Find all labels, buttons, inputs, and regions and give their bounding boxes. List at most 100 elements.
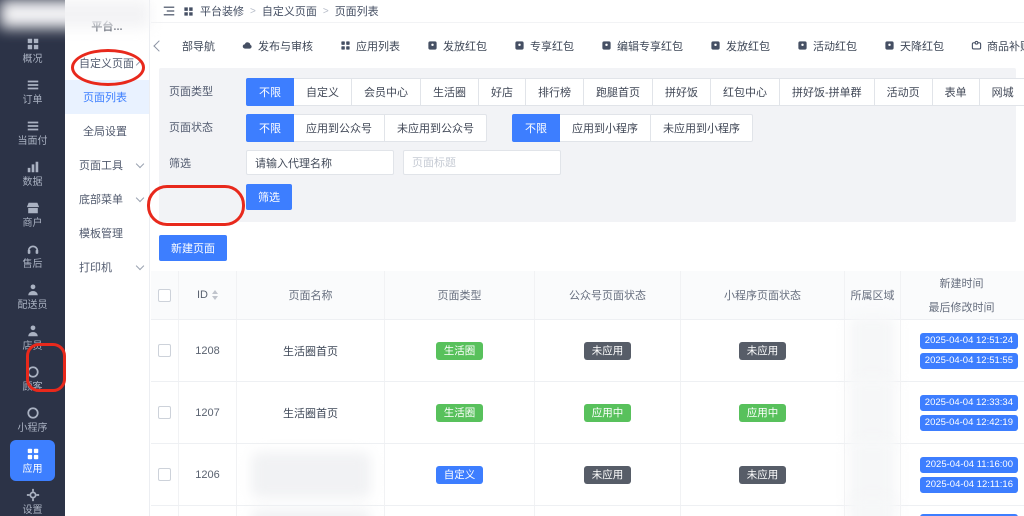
customer-icon <box>26 365 40 379</box>
filter-label-page-status: 页面状态 <box>169 122 213 134</box>
chip-form[interactable]: 表单 <box>931 78 980 106</box>
breadcrumb-separator: > <box>250 5 256 17</box>
mini-status-options: 不限 应用到小程序 未应用到小程序 <box>512 114 753 142</box>
collapse-menu-icon[interactable] <box>163 5 175 17</box>
submenu-item-bottom-menu[interactable]: 底部菜单 <box>65 182 149 216</box>
row-id: 1205 <box>179 506 237 516</box>
tabs-scroll-left-icon[interactable] <box>153 39 165 52</box>
sidebar-item-settings[interactable]: 设置 <box>0 481 65 516</box>
tab-edit-exclusive-red-packet[interactable]: 编辑专享红包 <box>601 38 683 54</box>
official-status-badge: 未应用 <box>583 465 632 484</box>
filter-label-page-type: 页面类型 <box>169 86 213 98</box>
agent-name-input[interactable] <box>246 150 394 175</box>
submenu-item-global-settings[interactable]: 全局设置 <box>65 114 149 148</box>
mini-program-icon <box>26 406 40 420</box>
breadcrumb-item[interactable]: 平台装修 <box>200 3 244 19</box>
sidebar-item-data[interactable]: 数据 <box>0 153 65 194</box>
tab-send-red-packet[interactable]: 发放红包 <box>427 38 487 54</box>
region-blurred <box>849 496 896 516</box>
cloud-icon <box>242 40 253 51</box>
sidebar-item-customer[interactable]: 顾客 <box>0 358 65 399</box>
new-page-button[interactable]: 新建页面 <box>159 235 227 261</box>
tab-send-red-packet-2[interactable]: 发放红包 <box>710 38 770 54</box>
sidebar-item-orders[interactable]: 订单 <box>0 71 65 112</box>
submenu-item-template-manage[interactable]: 模板管理 <box>65 216 149 250</box>
chip-activity-page[interactable]: 活动页 <box>873 78 933 106</box>
chip-member-center[interactable]: 会员中心 <box>351 78 421 106</box>
created-time-badge: 2025-04-04 11:16:00 <box>920 456 1018 473</box>
region-blurred <box>849 315 896 386</box>
breadcrumb-item[interactable]: 自定义页面 <box>262 3 317 19</box>
row-id: 1207 <box>179 382 237 443</box>
row-checkbox[interactable] <box>158 406 171 419</box>
official-status-badge: 应用中 <box>583 403 632 422</box>
breadcrumb-separator: > <box>322 5 329 17</box>
filter-label-search: 筛选 <box>169 158 191 170</box>
chip-applied-official[interactable]: 应用到公众号 <box>293 114 385 142</box>
filter-submit-button[interactable]: 筛选 <box>246 184 292 210</box>
chevron-down-icon <box>135 261 145 271</box>
sidebar-item-clerk[interactable]: 店员 <box>0 317 65 358</box>
chip-mini-unlimited[interactable]: 不限 <box>512 114 560 142</box>
row-id: 1208 <box>179 320 237 381</box>
tab-goods-subsidy[interactable]: 商品补贴策略 <box>971 38 1024 54</box>
tab-exclusive-red-packet[interactable]: 专享红包 <box>514 38 574 54</box>
submenu-item-custom-pages[interactable]: 自定义页面 <box>65 46 149 80</box>
updated-time-badge: 2025-04-04 12:11:16 <box>920 476 1018 493</box>
sidebar-item-mini-program[interactable]: 小程序 <box>0 399 65 440</box>
table-row: 1206 自定义 未应用 未应用 2025-04-04 11:16:00 2025… <box>151 435 1024 514</box>
col-page-name: 页面名称 <box>237 271 385 319</box>
breadcrumb-item[interactable]: 页面列表 <box>335 3 379 19</box>
chevron-up-icon <box>135 60 145 69</box>
select-all-checkbox[interactable] <box>158 288 171 302</box>
chip-not-applied-official[interactable]: 未应用到公众号 <box>384 114 487 142</box>
page-title-input[interactable] <box>403 150 561 175</box>
chip-good-shop[interactable]: 好店 <box>478 78 526 106</box>
face-pay-icon <box>26 119 40 133</box>
chip-not-applied-mini[interactable]: 未应用到小程序 <box>650 114 753 142</box>
sidebar-item-face-pay[interactable]: 当面付 <box>0 112 65 153</box>
decorate-grid-icon <box>183 6 194 17</box>
tab-app-list[interactable]: 应用列表 <box>340 38 400 54</box>
sidebar-item-merchant[interactable]: 商户 <box>0 194 65 235</box>
red-packet-icon <box>514 40 525 51</box>
tab-sky-red-packet[interactable]: 天降红包 <box>884 38 944 54</box>
main-content: 平台装修 > 自定义页面 > 页面列表 部导航 发布与审核 应用列表 发放红包 … <box>151 0 1024 516</box>
chip-life-circle[interactable]: 生活圈 <box>420 78 479 106</box>
col-id[interactable]: ID <box>179 271 237 319</box>
logo-blurred <box>0 0 150 28</box>
page-type-badge: 生活圈 <box>435 341 484 360</box>
row-checkbox[interactable] <box>158 468 171 481</box>
sidebar-item-overview[interactable]: 概况 <box>0 30 65 71</box>
tab-publish-review[interactable]: 发布与审核 <box>242 38 313 54</box>
chip-custom[interactable]: 自定义 <box>293 78 352 106</box>
chip-red-packet-center[interactable]: 红包中心 <box>710 78 780 106</box>
submenu-item-page-list[interactable]: 页面列表 <box>65 80 149 114</box>
mini-status-badge: 应用中 <box>738 403 787 422</box>
chip-mall[interactable]: 网城 <box>978 78 1024 106</box>
page-name: 生活圈首页 <box>237 320 385 381</box>
apps-icon <box>340 40 351 51</box>
row-checkbox[interactable] <box>158 344 171 357</box>
chip-ranking[interactable]: 排行榜 <box>525 78 584 106</box>
chip-applied-mini[interactable]: 应用到小程序 <box>559 114 651 142</box>
chip-official-unlimited[interactable]: 不限 <box>246 114 294 142</box>
sidebar-item-after-sale[interactable]: 售后 <box>0 235 65 276</box>
tab-nav[interactable]: 部导航 <box>182 38 215 54</box>
chip-errand-home[interactable]: 跑腿首页 <box>583 78 653 106</box>
sidebar-item-apps[interactable]: 应用 <box>10 440 55 481</box>
col-mini-status: 小程序页面状态 <box>681 271 845 319</box>
chip-unlimited[interactable]: 不限 <box>246 78 294 106</box>
sidebar-item-courier[interactable]: 配送员 <box>0 276 65 317</box>
row-id: 1206 <box>179 444 237 505</box>
clerk-icon <box>26 324 40 338</box>
chip-pinhaofan-group[interactable]: 拼好饭-拼单群 <box>779 78 875 106</box>
page-list-table: ID 页面名称 页面类型 公众号页面状态 小程序页面状态 所属区域 新建时间 最后… <box>151 271 1024 516</box>
submenu-item-printer[interactable]: 打印机 <box>65 250 149 284</box>
submenu-item-page-tools[interactable]: 页面工具 <box>65 148 149 182</box>
tab-activity-red-packet[interactable]: 活动红包 <box>797 38 857 54</box>
sort-icon[interactable] <box>212 290 218 300</box>
red-packet-icon <box>427 40 438 51</box>
table-row: 1205 自定义 未应用 未应用 2025-04-04 11:16:002025… <box>151 492 1024 516</box>
chip-pinhaofan[interactable]: 拼好饭 <box>652 78 711 106</box>
